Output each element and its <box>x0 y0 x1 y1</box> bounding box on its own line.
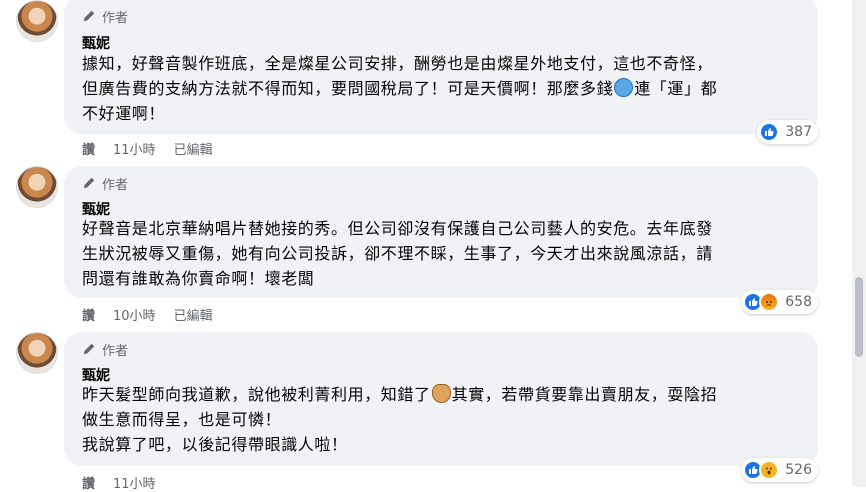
author-avatar[interactable] <box>16 332 58 374</box>
comment-text: 好聲音是北京華納唱片替她接的秀。但公司卻沒有保護自己公司藝人的安危。去年底發 生… <box>82 216 802 291</box>
comment-line-part: 連「運」都 <box>634 79 718 98</box>
comment-line: 我說算了吧，以後記得帶眼識人啦！ <box>82 435 348 454</box>
reaction-count: 526 <box>785 462 812 478</box>
comment-bubble: 作者 甄妮 好聲音是北京華納唱片替她接的秀。但公司卻沒有保護自己公司藝人的安危。… <box>64 166 818 314</box>
reaction-count: 658 <box>785 294 812 310</box>
author-badge-row: 作者 <box>82 7 129 26</box>
comment-line: 做生意而得呈，也是可憐！ <box>82 410 282 429</box>
like-link[interactable]: 讚 <box>82 139 95 158</box>
person-bowing-emoji-icon <box>431 384 451 403</box>
pencil-icon <box>83 343 95 355</box>
pencil-icon <box>83 10 95 22</box>
edited-label[interactable]: 已編輯 <box>174 139 213 158</box>
author-avatar[interactable] <box>16 0 58 42</box>
author-badge-row: 作者 <box>82 340 129 359</box>
comment-line: 但廣告費的支納方法就不得而知，要問國稅局了！可是天價啊！那麼多錢 連「運」都 <box>82 76 802 101</box>
reaction-summary[interactable]: 658 <box>741 290 818 314</box>
comment-line: 據知，好聲音製作班底，全是燦星公司安排，酬勞也是由燦星外地支付，這也不奇怪， <box>82 54 713 73</box>
author-badge-row: 作者 <box>82 174 129 193</box>
comment-actions: 讚 11小時 <box>82 473 156 492</box>
comment-line: 問還有誰敢為你賣命啊！壞老闆 <box>82 269 315 288</box>
like-link[interactable]: 讚 <box>82 473 95 492</box>
like-link[interactable]: 讚 <box>82 305 95 324</box>
comment-line: 生狀況被辱又重傷，她有向公司投訴，卻不理不睬，生事了，今天才出來說風涼話，請 <box>82 244 713 263</box>
comment-line-part: 但廣告費的支納方法就不得而知，要問國稅局了！可是天價啊！那麼多錢 <box>82 79 614 98</box>
timestamp-link[interactable]: 11小時 <box>113 473 156 492</box>
reaction-summary[interactable]: 526 <box>741 458 818 482</box>
author-badge-label: 作者 <box>102 343 129 359</box>
comment-line-part: 其實，若帶貨要靠出賣朋友，耍陰招 <box>451 385 718 404</box>
author-badge-label: 作者 <box>102 177 129 193</box>
scrollbar-thumb[interactable] <box>855 277 863 357</box>
timestamp-link[interactable]: 11小時 <box>113 139 156 158</box>
edited-label[interactable]: 已編輯 <box>174 305 213 324</box>
wow-reaction-icon <box>759 460 780 480</box>
like-reaction-icon <box>759 122 780 142</box>
shocked-face-emoji-icon <box>614 78 634 97</box>
reaction-summary[interactable]: 387 <box>757 120 818 144</box>
comment-text: 昨天髮型師向我道歉，說他被利菁利用，知錯了 其實，若帶貨要靠出賣朋友，耍陰招 做生… <box>82 382 802 457</box>
comment-bubble: 作者 甄妮 昨天髮型師向我道歉，說他被利菁利用，知錯了 其實，若帶貨要靠出賣朋友，… <box>64 332 818 482</box>
comment-bubble: 作者 甄妮 據知，好聲音製作班底，全是燦星公司安排，酬勞也是由燦星外地支付，這也… <box>64 0 818 144</box>
comment-line-part: 昨天髮型師向我道歉，說他被利菁利用，知錯了 <box>82 385 431 404</box>
comment-line: 好聲音是北京華納唱片替她接的秀。但公司卻沒有保護自己公司藝人的安危。去年底發 <box>82 219 713 238</box>
comment-actions: 讚 10小時 已編輯 <box>82 305 213 324</box>
author-avatar[interactable] <box>16 166 58 208</box>
author-badge-label: 作者 <box>102 10 129 26</box>
comment-actions: 讚 11小時 已編輯 <box>82 139 213 158</box>
reaction-count: 387 <box>785 124 812 140</box>
scrollbar-track[interactable] <box>852 0 866 487</box>
comment-line: 昨天髮型師向我道歉，說他被利菁利用，知錯了 其實，若帶貨要靠出賣朋友，耍陰招 <box>82 382 802 407</box>
timestamp-link[interactable]: 10小時 <box>113 305 156 324</box>
angry-reaction-icon <box>759 292 780 312</box>
comment-text: 據知，好聲音製作班底，全是燦星公司安排，酬勞也是由燦星外地支付，這也不奇怪， 但… <box>82 51 802 126</box>
comment-author-name[interactable]: 甄妮 <box>82 33 110 53</box>
pencil-icon <box>83 177 95 189</box>
comment-line: 不好運啊！ <box>82 104 166 123</box>
